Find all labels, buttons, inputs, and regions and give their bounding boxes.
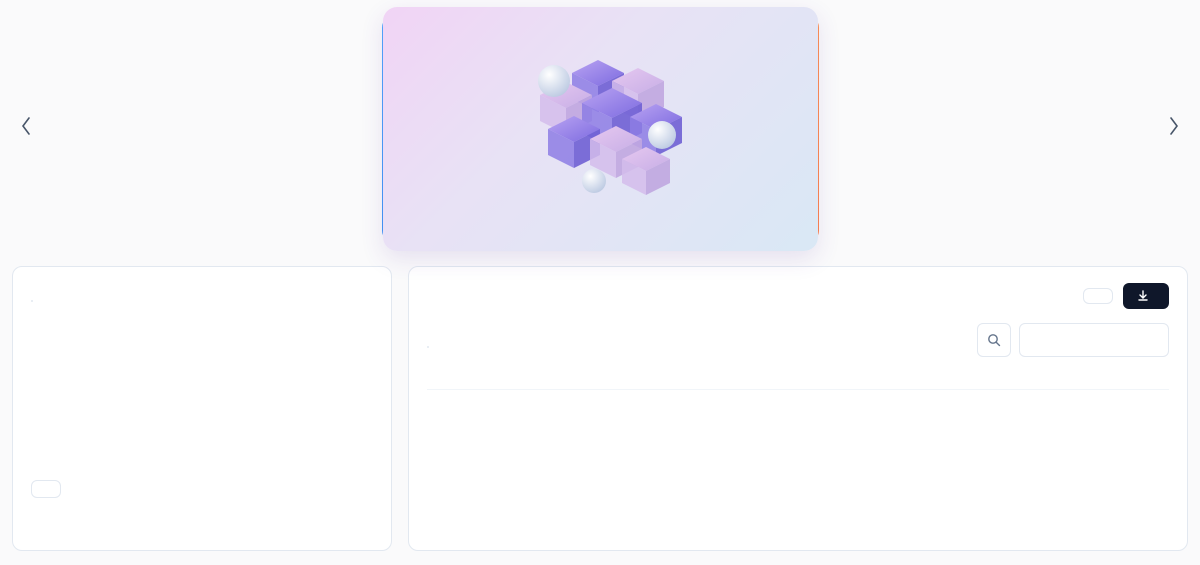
search-icon[interactable] (977, 323, 1011, 357)
card-stack (383, 7, 818, 251)
download-button[interactable] (1123, 283, 1169, 309)
carousel-next-button[interactable] (1162, 114, 1186, 138)
balances-chart (31, 322, 373, 462)
balances-panel (12, 266, 392, 551)
carousel-prev-button[interactable] (14, 114, 38, 138)
carousel (0, 0, 1200, 252)
transactions-view-report-button[interactable] (1083, 288, 1113, 304)
featured-card[interactable] (383, 7, 818, 251)
table-header (427, 369, 1169, 390)
balances-range-tabs (31, 300, 33, 302)
search-input[interactable] (1019, 323, 1169, 357)
transactions-filter-tabs (427, 346, 429, 348)
transactions-panel (408, 266, 1188, 551)
cube-art-icon (383, 7, 818, 251)
balances-view-report-button[interactable] (31, 480, 61, 498)
download-icon (1137, 290, 1149, 302)
